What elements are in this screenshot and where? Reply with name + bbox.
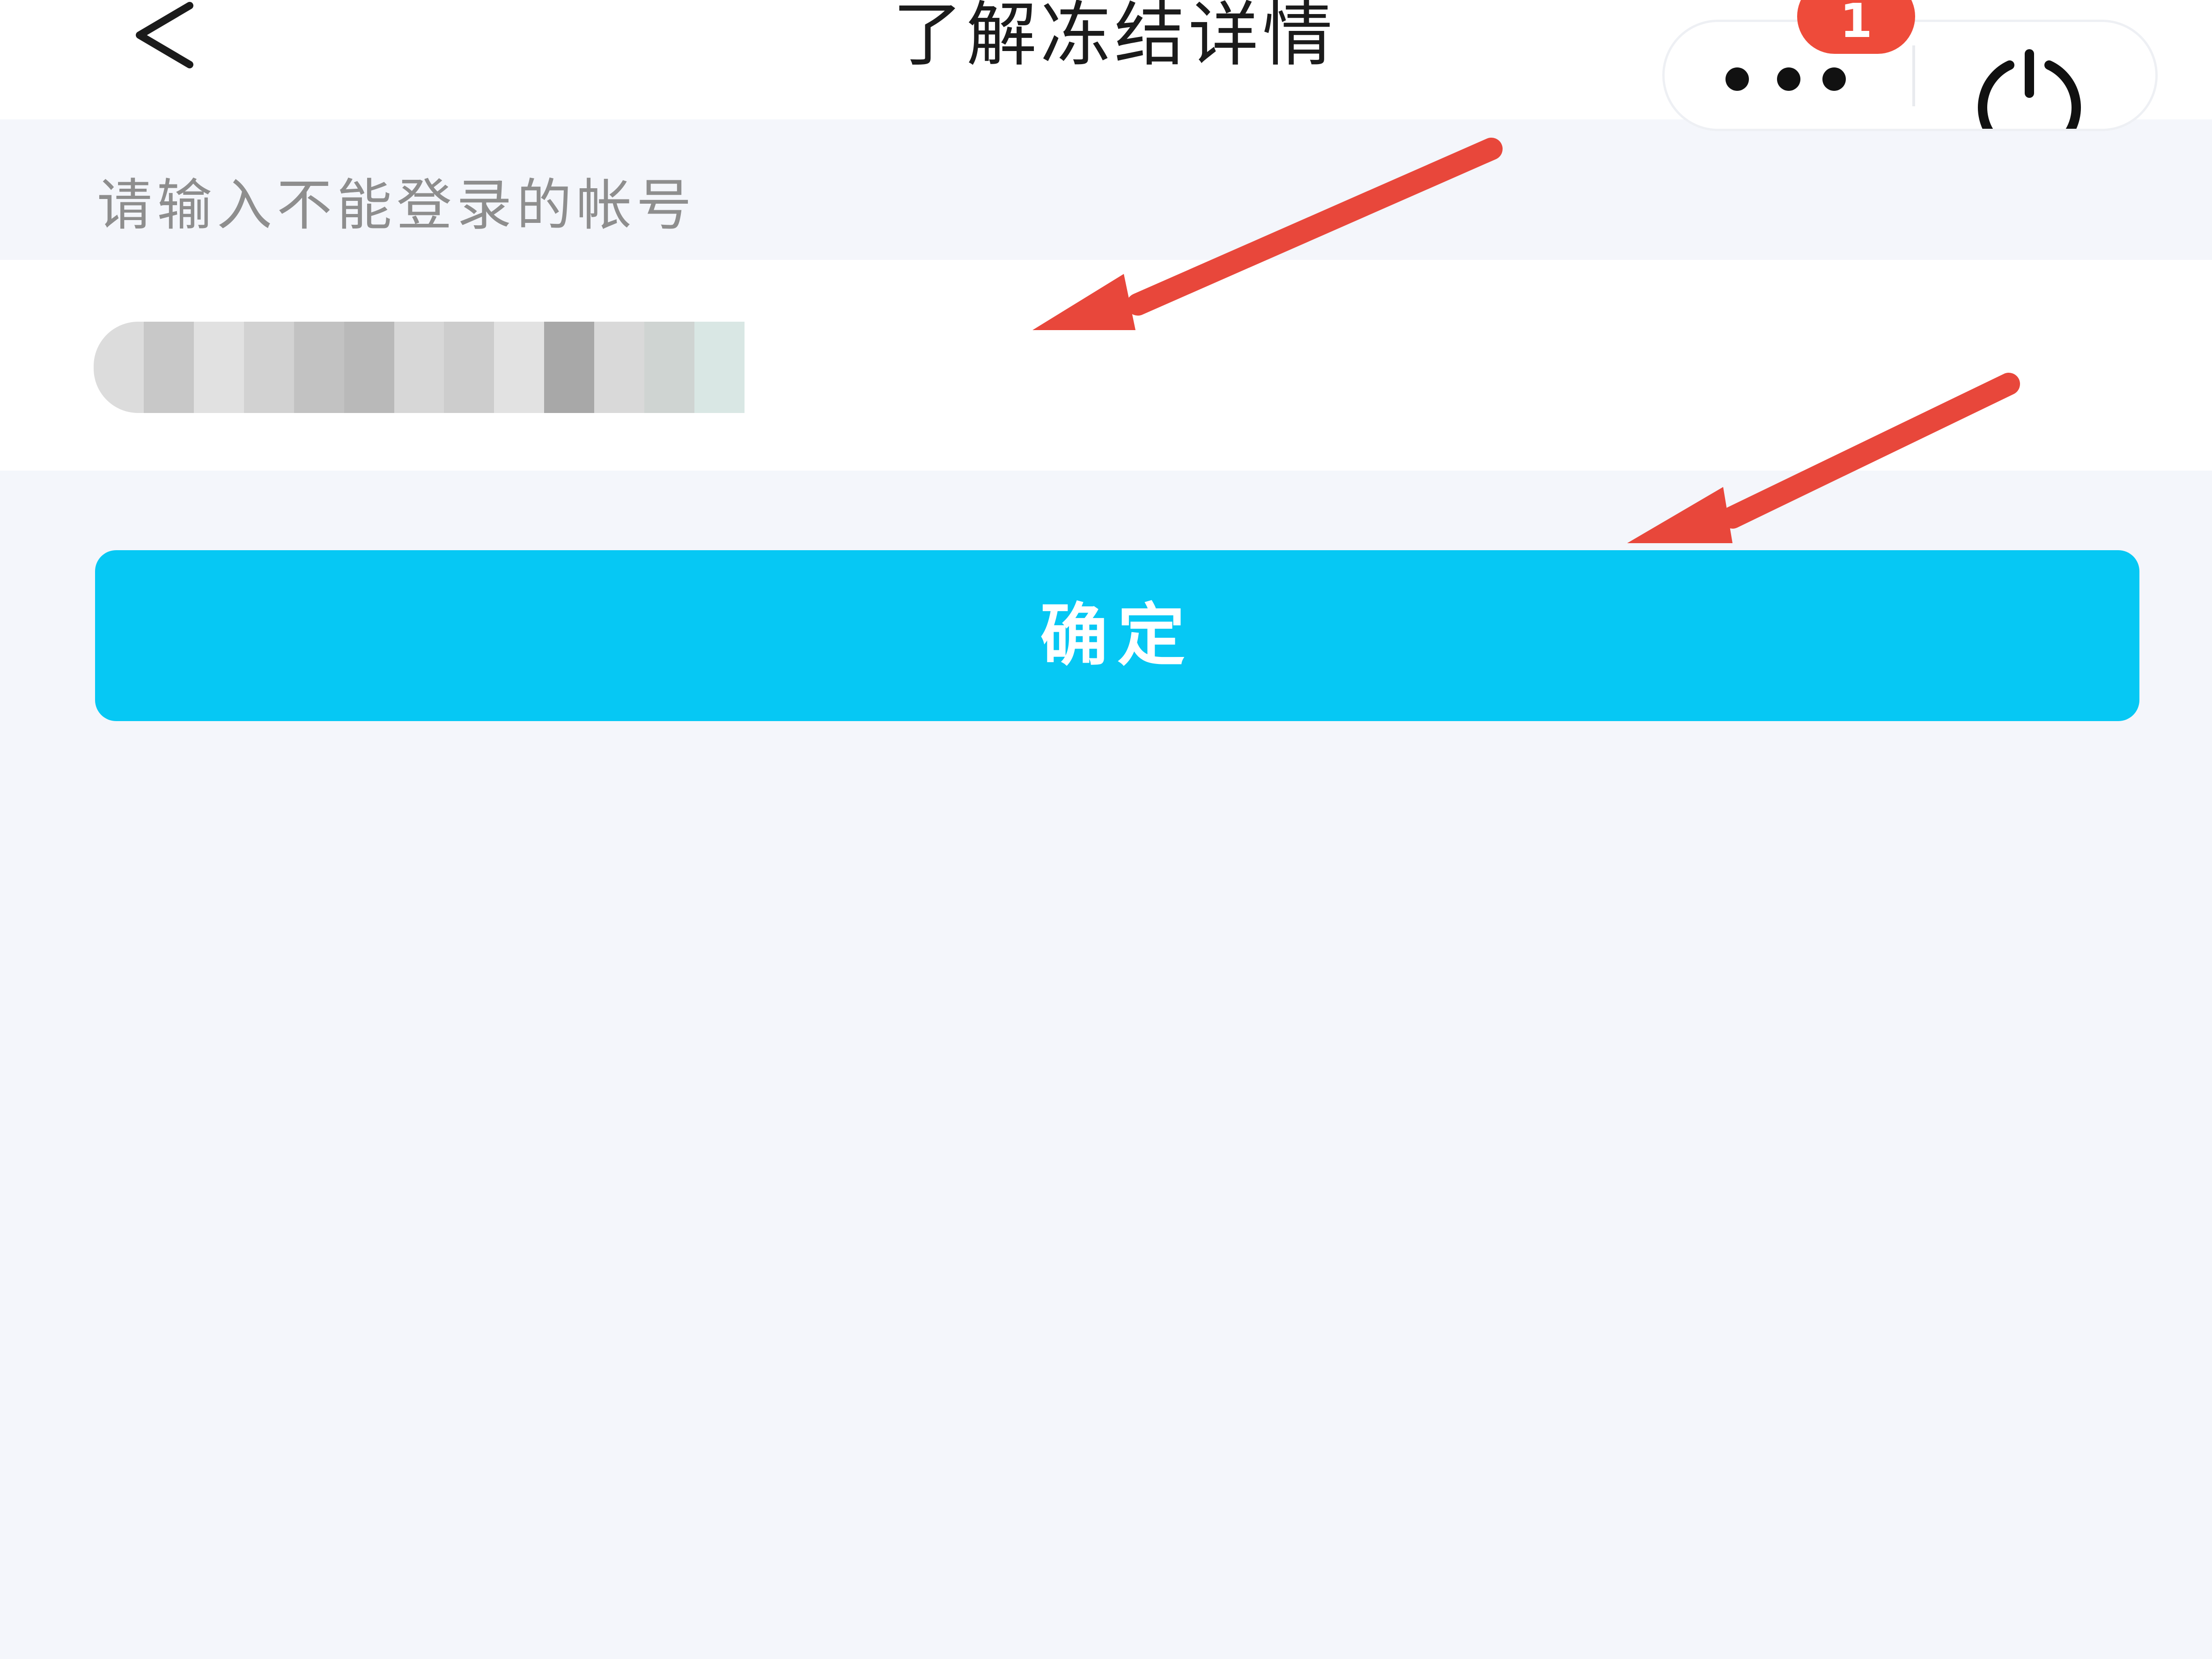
- power-icon: [1978, 49, 2081, 159]
- close-mini-program-button[interactable]: [1915, 22, 2155, 159]
- account-hint-label: 请输入不能登录的帐号: [97, 173, 697, 237]
- mini-program-capsule: [1662, 20, 2158, 159]
- notification-badge: 1: [1797, 0, 1915, 54]
- page-title: 了解冻结详情: [892, 0, 1336, 76]
- confirm-button[interactable]: 确定: [95, 550, 2139, 721]
- annotation-arrows: [1032, 138, 2020, 543]
- back-button[interactable]: [126, 0, 206, 75]
- chevron-left-icon: [136, 2, 193, 68]
- account-input-obscured[interactable]: [94, 322, 745, 413]
